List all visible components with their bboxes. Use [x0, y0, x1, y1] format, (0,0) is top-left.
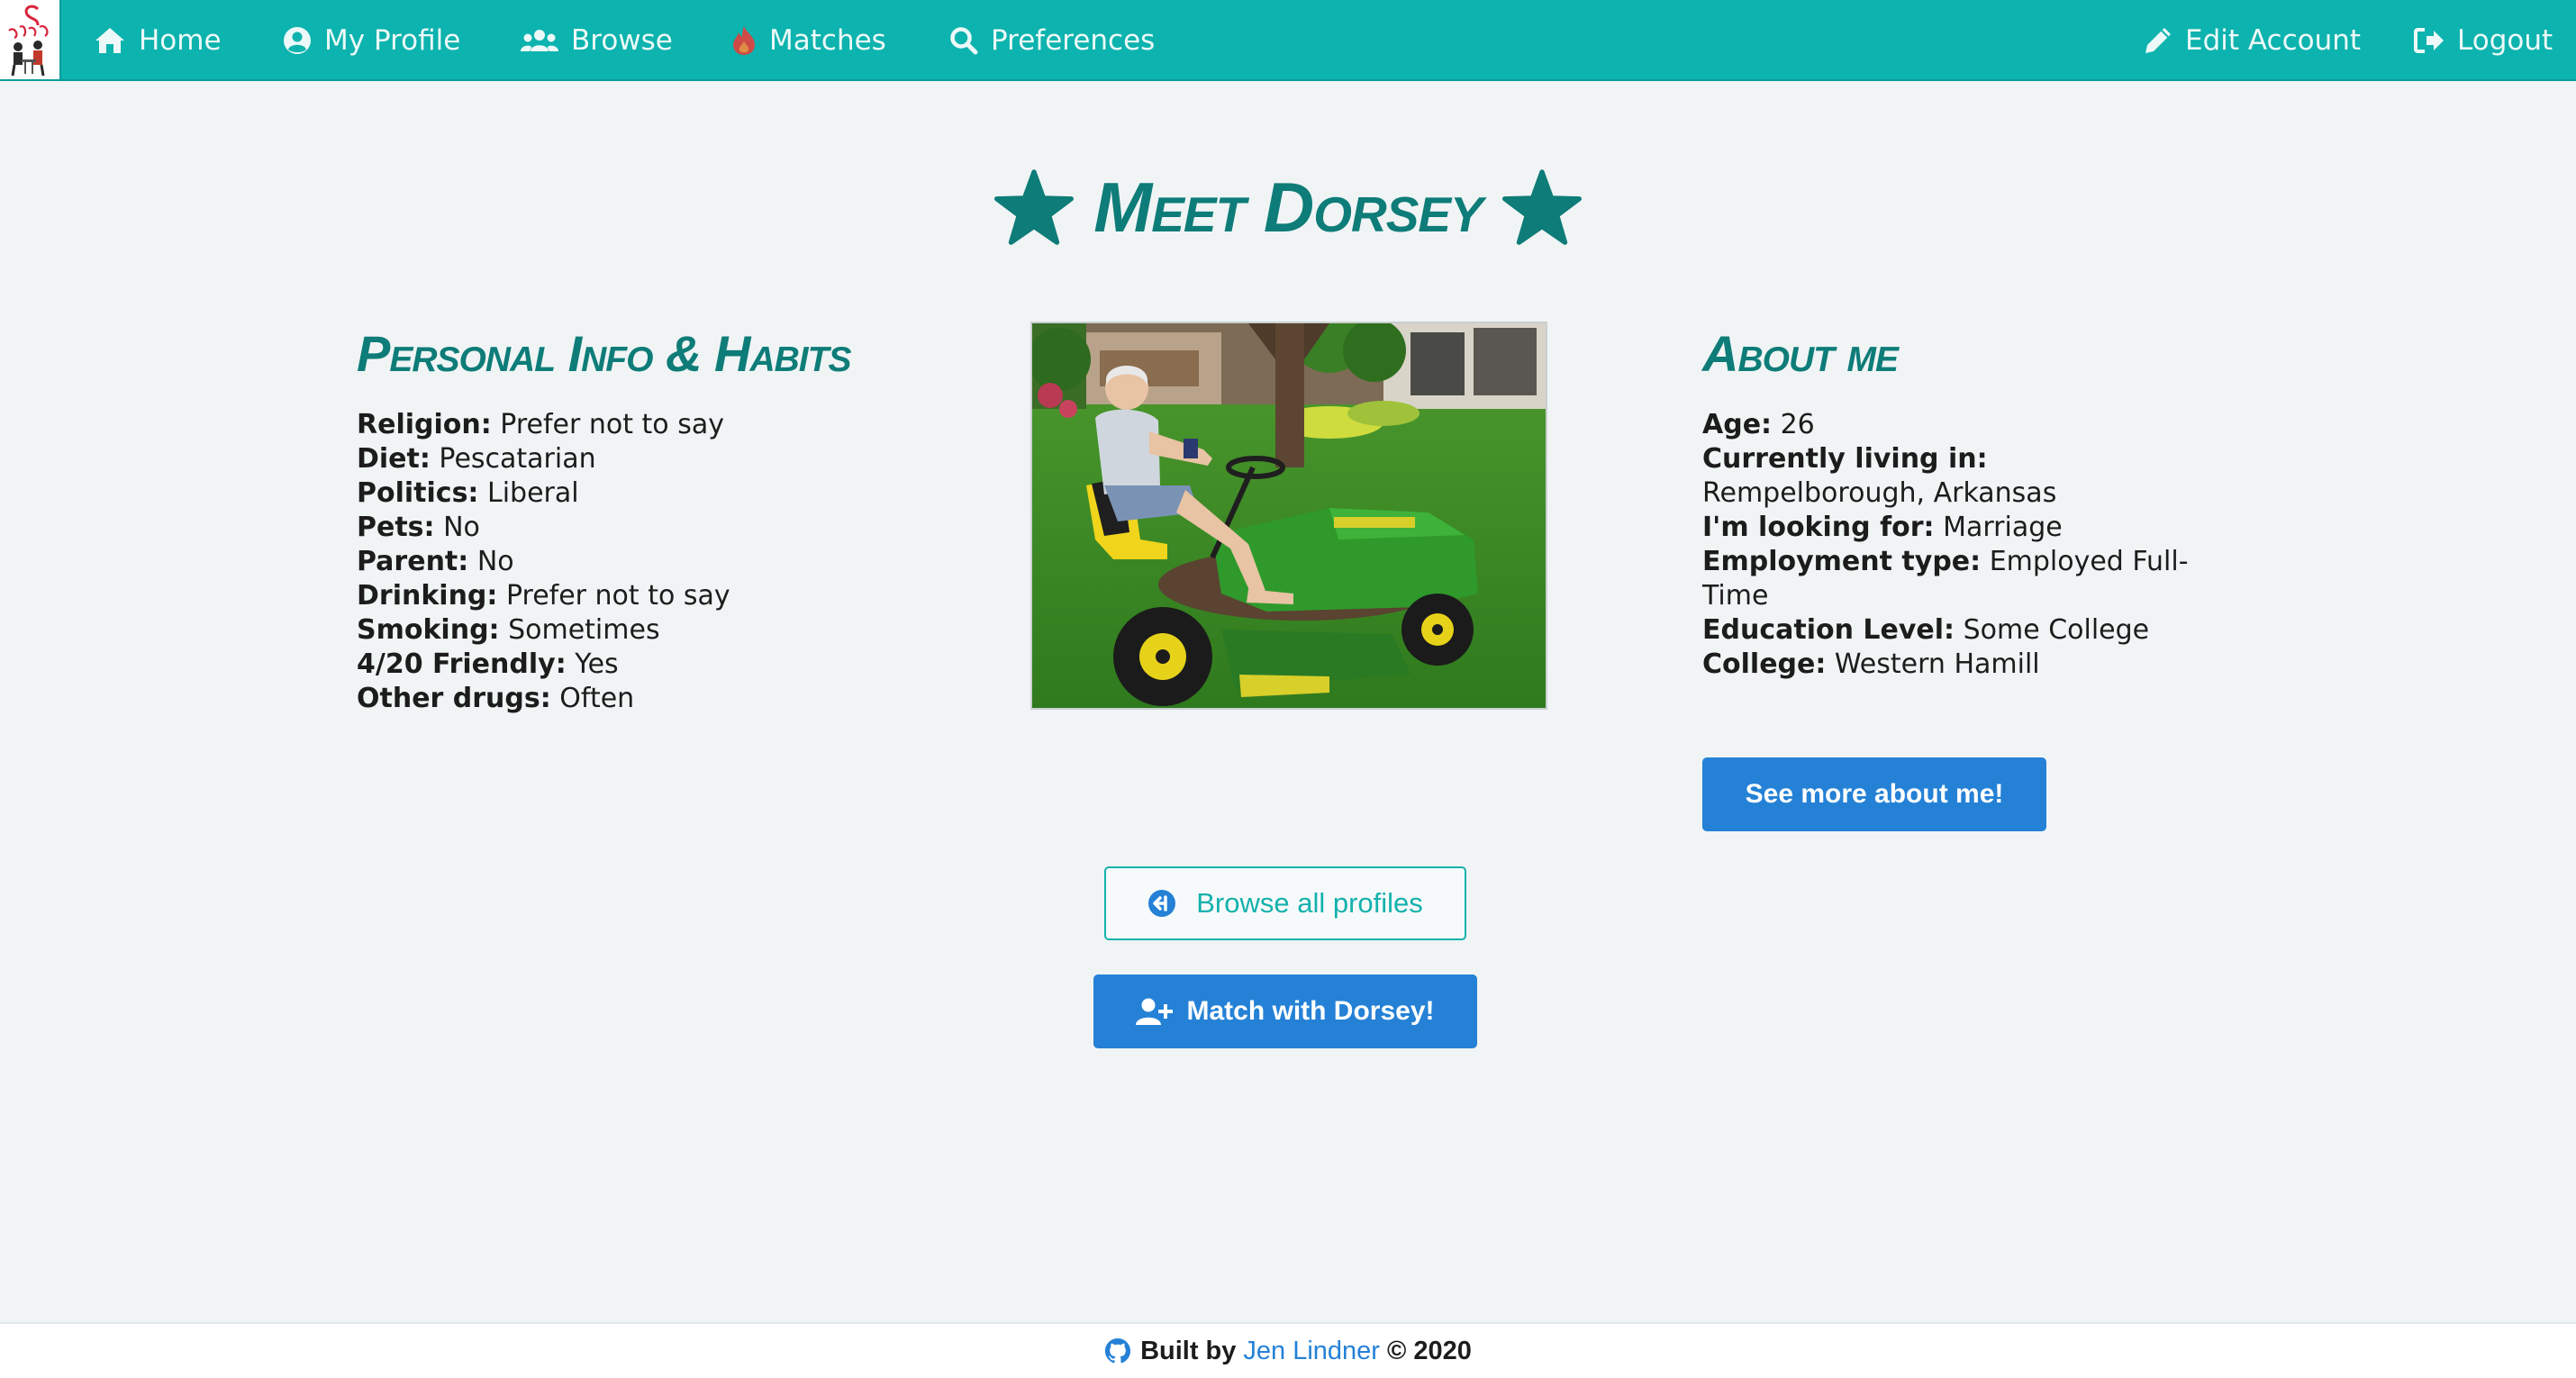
sign-out-icon: [2414, 27, 2444, 54]
match-button[interactable]: Match with Dorsey!: [1093, 975, 1477, 1048]
nav-browse-label: Browse: [571, 24, 673, 57]
about-row-looking-for: I'm looking for: Marriage: [1702, 511, 2207, 545]
see-more-button-label: See more about me!: [1745, 779, 2004, 809]
info-label: 4/20 Friendly:: [357, 648, 567, 680]
nav-browse[interactable]: Browse: [521, 0, 673, 81]
info-label: Religion:: [357, 409, 492, 440]
nav-edit-account[interactable]: Edit Account: [2144, 0, 2361, 81]
nav-matches-label: Matches: [769, 24, 886, 57]
info-value: Western Hamill: [1834, 648, 2040, 680]
home-icon: [94, 26, 126, 55]
info-row-diet: Diet: Pescatarian: [357, 442, 1005, 476]
info-row-other-drugs: Other drugs: Often: [357, 682, 1005, 716]
info-row-smoking: Smoking: Sometimes: [357, 613, 1005, 648]
about-section: About me Age: 26 Currently living in: Re…: [1702, 324, 2207, 682]
about-row-employment: Employment type: Employed Full-Time: [1702, 545, 2207, 613]
nav-logout[interactable]: Logout: [2414, 0, 2553, 81]
info-label: Diet:: [357, 443, 431, 475]
info-value: Rempelborough, Arkansas: [1702, 477, 2057, 509]
info-label: Other drugs:: [357, 683, 551, 714]
arrow-circle-left-icon: [1147, 889, 1176, 918]
about-heading: About me: [1702, 325, 1899, 382]
footer-author-link[interactable]: Jen Lindner: [1243, 1337, 1380, 1366]
info-label: Age:: [1702, 409, 1773, 440]
info-row-religion: Religion: Prefer not to say: [357, 408, 1005, 442]
footer: Built by Jen Lindner © 2020: [0, 1322, 2576, 1378]
blind-date-logo-icon: [0, 0, 59, 79]
see-more-button[interactable]: See more about me!: [1702, 757, 2046, 831]
nav-matches[interactable]: Matches: [731, 0, 886, 81]
info-value: Liberal: [486, 477, 579, 509]
info-value: 26: [1780, 409, 1815, 440]
info-label: College:: [1702, 648, 1827, 680]
nav-my-profile-label: My Profile: [324, 24, 461, 57]
footer-prefix: Built by: [1140, 1336, 1237, 1365]
info-value: Prefer not to say: [500, 409, 724, 440]
info-label: Pets:: [357, 512, 435, 543]
info-row-parent: Parent: No: [357, 545, 1005, 579]
nav-my-profile[interactable]: My Profile: [283, 0, 460, 81]
pencil-icon: [2144, 26, 2172, 55]
info-value: Yes: [575, 648, 619, 680]
info-label: Currently living in:: [1702, 443, 1988, 475]
user-plus-icon: [1136, 997, 1174, 1026]
info-value: Sometimes: [508, 614, 660, 646]
nav-preferences[interactable]: Preferences: [949, 0, 1155, 81]
nav-edit-account-label: Edit Account: [2185, 24, 2362, 57]
brand-logo[interactable]: [0, 0, 61, 79]
info-value: Some College: [1963, 614, 2150, 646]
nav-home-label: Home: [139, 24, 222, 57]
nav-preferences-label: Preferences: [991, 24, 1156, 57]
profile-photo: [1030, 322, 1547, 710]
info-label: Education Level:: [1702, 614, 1955, 646]
info-label: Employment type:: [1702, 546, 1982, 577]
info-label: Smoking:: [357, 614, 500, 646]
info-label: Politics:: [357, 477, 479, 509]
personal-info-heading: Personal Info & Habits: [357, 325, 851, 382]
page-title: Meet Dorsey: [1093, 167, 1483, 247]
about-row-location: Currently living in: Rempelborough, Arka…: [1702, 442, 2207, 511]
about-row-college: College: Western Hamill: [1702, 648, 2207, 682]
users-icon: [521, 28, 558, 53]
about-row-age: Age: 26: [1702, 408, 2207, 442]
github-icon[interactable]: [1104, 1337, 1131, 1364]
info-value: No: [476, 546, 514, 577]
page-title-row: Meet Dorsey: [0, 162, 2576, 252]
info-row-420-friendly: 4/20 Friendly: Yes: [357, 648, 1005, 682]
personal-info-section: Personal Info & Habits Religion: Prefer …: [357, 324, 1005, 716]
info-row-drinking: Drinking: Prefer not to say: [357, 579, 1005, 613]
browse-all-profiles-label: Browse all profiles: [1196, 887, 1423, 919]
nav-logout-label: Logout: [2457, 24, 2553, 57]
nav-home[interactable]: Home: [94, 0, 222, 81]
personal-info-list: Religion: Prefer not to say Diet: Pescat…: [357, 408, 1005, 716]
about-info-list: Age: 26 Currently living in: Rempelborou…: [1702, 408, 2207, 682]
match-button-label: Match with Dorsey!: [1186, 996, 1435, 1026]
star-icon: [1501, 169, 1582, 245]
star-icon: [994, 169, 1075, 245]
fire-icon: [731, 25, 757, 56]
info-value: Pescatarian: [439, 443, 596, 475]
navbar: Home My Profile Browse Matches Preferenc…: [0, 0, 2576, 81]
footer-copyright: © 2020: [1386, 1336, 1472, 1365]
info-value: Marriage: [1943, 512, 2063, 543]
search-icon: [949, 26, 978, 55]
info-label: I'm looking for:: [1702, 512, 1935, 543]
about-row-education: Education Level: Some College: [1702, 613, 2207, 648]
user-circle-icon: [283, 26, 312, 55]
info-value: Prefer not to say: [505, 580, 730, 612]
browse-all-profiles-button[interactable]: Browse all profiles: [1104, 866, 1466, 940]
info-label: Drinking:: [357, 580, 498, 612]
info-row-pets: Pets: No: [357, 511, 1005, 545]
info-label: Parent:: [357, 546, 469, 577]
info-row-politics: Politics: Liberal: [357, 476, 1005, 511]
info-value: No: [443, 512, 480, 543]
info-value: Often: [559, 683, 635, 714]
